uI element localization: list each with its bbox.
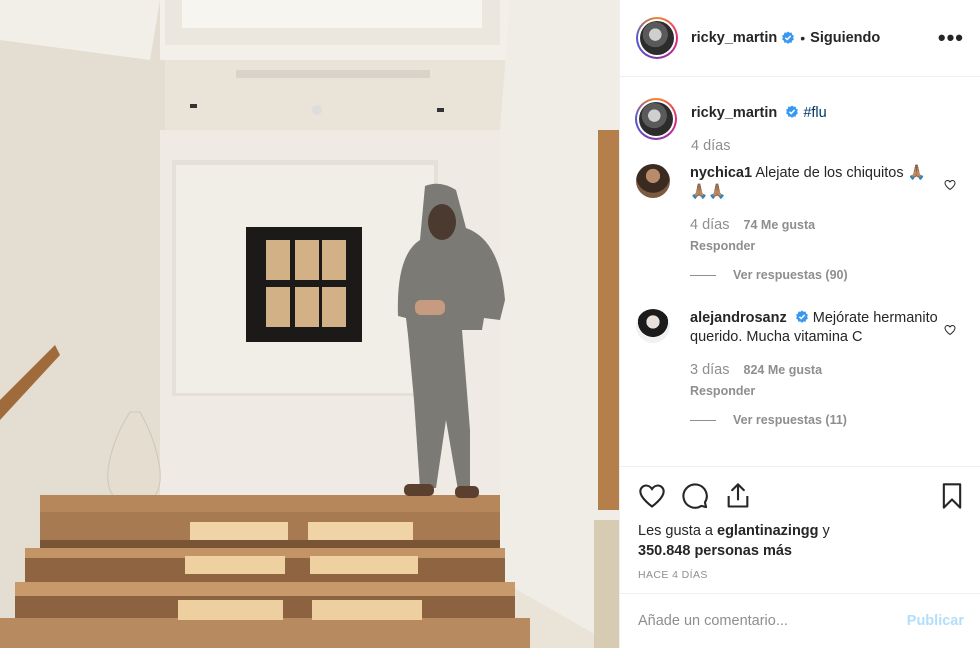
- comments-list[interactable]: ricky_martin #flu 4 días nychica1 Alejat…: [620, 78, 980, 466]
- more-horizontal-icon[interactable]: •••: [938, 27, 964, 49]
- comment-input[interactable]: [638, 613, 907, 629]
- liked-by-summary: Les gusta a eglantinazingg y 350.848 per…: [638, 521, 962, 561]
- liked-by-connector: y: [822, 523, 830, 539]
- commenter-avatar[interactable]: [636, 164, 670, 198]
- heart-icon[interactable]: [638, 482, 666, 510]
- liked-by-prefix: Les gusta a: [638, 523, 713, 539]
- following-button[interactable]: Siguiendo: [810, 30, 880, 46]
- comment-item: nychica1 Alejate de los chiquitos 🙏🏽🙏🏽🙏🏽…: [636, 156, 964, 285]
- reply-button[interactable]: Responder: [690, 382, 938, 401]
- comment-item: alejandrosanz Mejórate hermanito querido…: [636, 285, 964, 430]
- view-replies-label: Ver respuestas (11): [733, 413, 847, 427]
- comment-time[interactable]: 4 días: [690, 217, 730, 233]
- add-comment-bar: Publicar: [620, 593, 980, 648]
- author-avatar[interactable]: [636, 17, 678, 59]
- view-replies-button[interactable]: Ver respuestas (90): [690, 266, 938, 285]
- caption-hashtag[interactable]: #flu: [803, 105, 826, 121]
- post-photo[interactable]: [0, 0, 619, 648]
- replies-divider: [690, 420, 716, 421]
- caption-avatar[interactable]: [635, 98, 677, 140]
- like-comment-heart-icon[interactable]: [944, 179, 956, 191]
- like-comment-heart-icon[interactable]: [944, 324, 956, 336]
- post-header: ricky_martin • Siguiendo •••: [620, 0, 980, 77]
- verified-badge-icon: [782, 31, 795, 44]
- share-icon[interactable]: [724, 482, 752, 510]
- reply-button[interactable]: Responder: [690, 237, 938, 256]
- comment-likes[interactable]: 824 Me gusta: [744, 363, 823, 377]
- bookmark-icon[interactable]: [938, 482, 966, 510]
- post-actions: Les gusta a eglantinazingg y 350.848 per…: [620, 466, 980, 581]
- instagram-post-viewer: ricky_martin • Siguiendo ••• ricky_marti…: [0, 0, 980, 648]
- publish-button[interactable]: Publicar: [907, 613, 964, 629]
- replies-divider: [690, 275, 716, 276]
- comment-icon[interactable]: [681, 482, 709, 510]
- verified-badge-icon: [786, 105, 799, 118]
- caption: ricky_martin #flu 4 días: [635, 78, 964, 156]
- caption-time[interactable]: 4 días: [691, 138, 731, 154]
- header-separator: •: [800, 30, 806, 46]
- action-icons-row: [638, 481, 962, 511]
- post-details-panel: ricky_martin • Siguiendo ••• ricky_marti…: [619, 0, 980, 648]
- commenter-avatar[interactable]: [636, 309, 670, 343]
- view-replies-label: Ver respuestas (90): [733, 268, 848, 282]
- comment-time[interactable]: 3 días: [690, 362, 730, 378]
- verified-badge-icon: [795, 310, 808, 323]
- comment-likes[interactable]: 74 Me gusta: [744, 218, 816, 232]
- author-username[interactable]: ricky_martin: [691, 30, 777, 46]
- post-photo-scene: [0, 0, 619, 648]
- view-replies-button[interactable]: Ver respuestas (11): [690, 411, 938, 430]
- post-timestamp[interactable]: HACE 4 DÍAS: [638, 569, 962, 581]
- caption-username[interactable]: ricky_martin: [691, 105, 777, 121]
- likes-count[interactable]: 350.848 personas más: [638, 543, 792, 559]
- comment-username[interactable]: nychica1: [690, 165, 752, 181]
- liked-by-user[interactable]: eglantinazingg: [717, 523, 819, 539]
- comment-username[interactable]: alejandrosanz: [690, 310, 787, 326]
